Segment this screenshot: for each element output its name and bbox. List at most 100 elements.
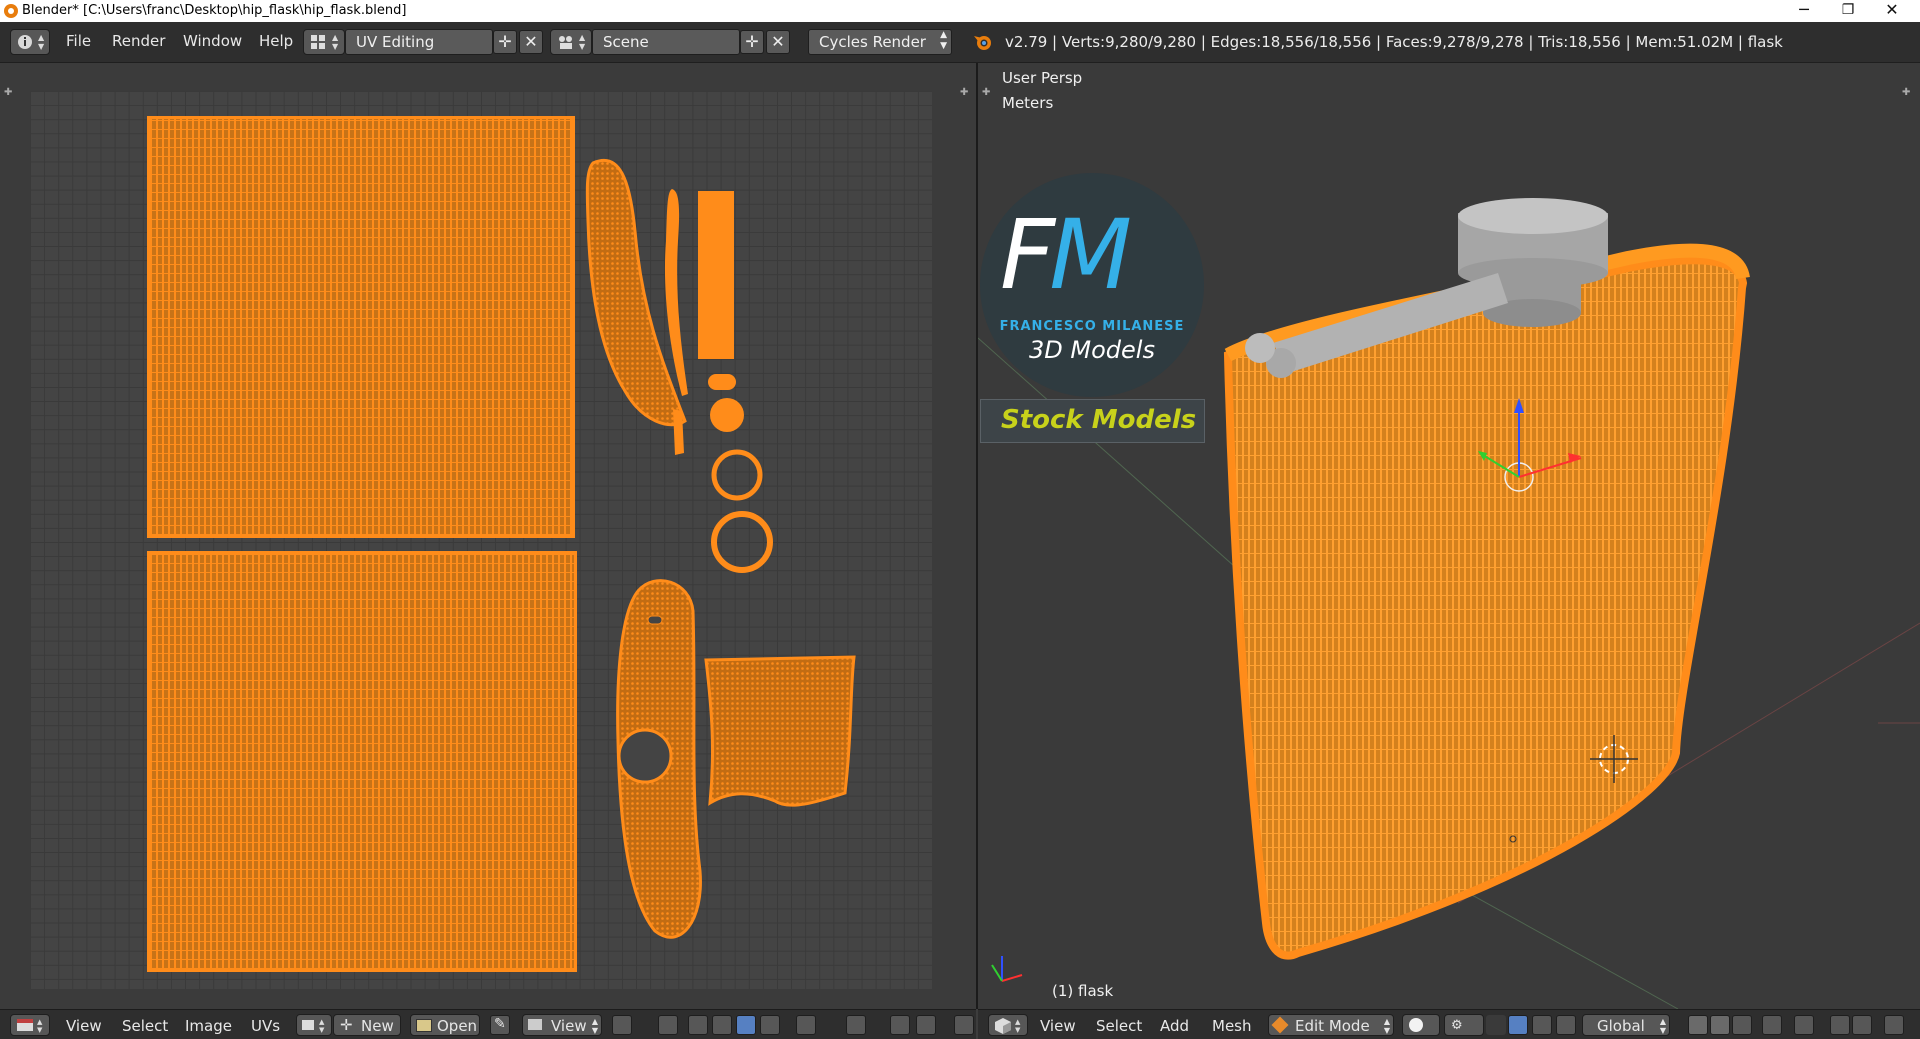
scene-icon: ▲▼ xyxy=(559,33,586,51)
sticky-select-icon[interactable] xyxy=(796,1015,816,1035)
snap-icon[interactable] xyxy=(890,1015,910,1035)
add-scene-icon[interactable]: ✛ xyxy=(740,30,764,54)
view3d-menu-mesh[interactable]: Mesh xyxy=(1212,1017,1252,1035)
svg-text:▲: ▲ xyxy=(319,1018,325,1026)
mode-view-dropdown[interactable]: View ▲ ▼ xyxy=(522,1014,602,1036)
add-screen-icon[interactable]: ✛ xyxy=(493,30,517,54)
open-image-button[interactable]: Open xyxy=(410,1014,480,1036)
svg-text:▼: ▼ xyxy=(579,42,586,51)
face-select-icon[interactable] xyxy=(736,1015,756,1035)
new-image-button[interactable]: ✛ New xyxy=(333,1014,401,1036)
snap-element-icon[interactable] xyxy=(916,1015,936,1035)
folder-icon xyxy=(416,1019,432,1032)
blender-stats-icon xyxy=(974,36,991,50)
open-image-label: Open xyxy=(437,1017,478,1035)
region-toggle-left-icon[interactable]: ✚ xyxy=(4,87,12,98)
opengl-render-icon[interactable] xyxy=(1884,1015,1904,1035)
layer-button-2-icon[interactable] xyxy=(1710,1015,1730,1035)
layer-button-1-icon[interactable] xyxy=(1688,1015,1708,1035)
logo-monogram: FM xyxy=(1000,199,1132,311)
editor-type-3d-button[interactable]: ▲ ▼ xyxy=(988,1014,1028,1036)
svg-text:▲: ▲ xyxy=(37,1018,43,1026)
watermark-logo: FM FRANCESCO MILANESE 3D Models xyxy=(980,173,1204,397)
pin-icon[interactable]: ✎ xyxy=(490,1015,510,1035)
dropdown-arrows-icon: ▲ ▼ xyxy=(940,30,947,51)
view3d-menu-view[interactable]: View xyxy=(1040,1017,1076,1035)
scene-selector[interactable]: ▲ ▼ xyxy=(550,29,592,55)
screen-layout-selector[interactable]: ▲ ▼ xyxy=(303,29,345,55)
image-editor-icon: ▲▼ xyxy=(17,1018,43,1034)
scene-statistics: v2.79 | Verts:9,280/9,280 | Edges:18,556… xyxy=(1005,33,1783,51)
translate-manipulator-icon[interactable] xyxy=(1508,1015,1528,1035)
pivot-point-button[interactable]: ⚙ xyxy=(1444,1014,1484,1036)
remove-screen-icon[interactable]: ✕ xyxy=(519,30,543,54)
edit-mode-icon xyxy=(1271,1016,1289,1034)
uv-image-editor[interactable]: ✚ ✚ xyxy=(0,63,976,1009)
uv-menu-view[interactable]: View xyxy=(66,1017,102,1035)
uv-menu-image[interactable]: Image xyxy=(185,1017,232,1035)
interaction-mode-dropdown[interactable]: Edit Mode ▲ ▼ xyxy=(1268,1014,1394,1036)
snapping-icon[interactable] xyxy=(1830,1015,1850,1035)
window-title: Blender* [C:\Users\franc\Desktop\hip_fla… xyxy=(22,3,407,18)
remove-scene-icon[interactable]: ✕ xyxy=(766,30,790,54)
svg-text:▼: ▼ xyxy=(37,1026,43,1034)
editor-type-info-button[interactable]: ▲ ▼ xyxy=(10,29,50,55)
uv-islands-small xyxy=(585,158,856,939)
dropdown-arrows-icon: ▲ ▼ xyxy=(1383,1017,1390,1035)
image-browse-button[interactable]: ▲ ▼ xyxy=(296,1014,332,1036)
stock-models-banner: Stock Models xyxy=(980,399,1205,443)
logo-tagline: 3D Models xyxy=(1029,336,1155,364)
blender-logo-icon xyxy=(4,4,18,18)
scale-manipulator-icon[interactable] xyxy=(1556,1015,1576,1035)
logo-author-name: FRANCESCO MILANESE xyxy=(999,319,1185,334)
svg-text:▲: ▲ xyxy=(38,33,45,42)
proportional-edit-icon[interactable] xyxy=(846,1015,866,1035)
scene-name[interactable]: Scene xyxy=(592,29,740,55)
3d-viewport[interactable]: ✚ ✚ User Persp Meters FM FRANCESCO MILAN… xyxy=(978,63,1920,1009)
uv-editor-header: ▲ ▼ View Select Image UVs ▲ ▼ ✛ New Open ✎… xyxy=(0,1009,976,1039)
pivot-icon[interactable] xyxy=(612,1015,632,1035)
info-icon: ▲▼ xyxy=(18,33,45,51)
svg-text:▲: ▲ xyxy=(579,33,586,42)
close-button[interactable]: ✕ xyxy=(1870,0,1914,22)
plus-icon: ✛ xyxy=(340,1016,353,1034)
render-engine-dropdown[interactable]: Cycles Render ▲ ▼ xyxy=(808,29,952,55)
occlude-geometry-icon[interactable] xyxy=(1762,1015,1782,1035)
uv-menu-uvs[interactable]: UVs xyxy=(251,1017,280,1035)
menu-render[interactable]: Render xyxy=(112,32,165,50)
layer-button-3-icon[interactable] xyxy=(1732,1015,1752,1035)
uv-grid[interactable] xyxy=(30,91,932,989)
minimize-button[interactable]: ─ xyxy=(1782,0,1826,22)
image-browse-icon: ▲▼ xyxy=(302,1018,325,1034)
transform-orientation-label: Global xyxy=(1597,1017,1645,1035)
render-preview-icon[interactable] xyxy=(954,1015,974,1035)
restore-button[interactable]: ❐ xyxy=(1826,0,1870,22)
snap-target-icon[interactable] xyxy=(1852,1015,1872,1035)
region-toggle-right-icon[interactable]: ✚ xyxy=(960,87,968,98)
svg-text:▼: ▼ xyxy=(1015,1026,1021,1034)
menu-window[interactable]: Window xyxy=(183,32,242,50)
island-select-icon[interactable] xyxy=(760,1015,780,1035)
manipulator-toggle-icon[interactable] xyxy=(1486,1015,1506,1035)
uv-menu-select[interactable]: Select xyxy=(122,1017,168,1035)
new-image-label: New xyxy=(361,1017,394,1035)
svg-text:▲: ▲ xyxy=(1015,1018,1021,1026)
editor-type-uv-button[interactable]: ▲ ▼ xyxy=(10,1014,50,1036)
window-title-bar: Blender* [C:\Users\franc\Desktop\hip_fla… xyxy=(0,0,1920,22)
screen-layout-name[interactable]: UV Editing xyxy=(345,29,493,55)
proportional-editing-icon[interactable] xyxy=(1794,1015,1814,1035)
view3d-menu-add[interactable]: Add xyxy=(1160,1017,1189,1035)
viewport-shading-button[interactable] xyxy=(1402,1014,1440,1036)
view3d-menu-select[interactable]: Select xyxy=(1096,1017,1142,1035)
interaction-mode-label: Edit Mode xyxy=(1295,1017,1370,1035)
menu-file[interactable]: File xyxy=(66,32,91,50)
menu-help[interactable]: Help xyxy=(259,32,293,50)
rotate-manipulator-icon[interactable] xyxy=(1532,1015,1552,1035)
cube-icon: ▲▼ xyxy=(995,1018,1021,1034)
dropdown-arrows-icon: ▲ ▼ xyxy=(1659,1017,1666,1035)
edge-select-icon[interactable] xyxy=(712,1015,732,1035)
solid-shading-icon xyxy=(1409,1018,1423,1032)
vertex-select-icon[interactable] xyxy=(688,1015,708,1035)
transform-orientation-dropdown[interactable]: Global ▲ ▼ xyxy=(1582,1014,1670,1036)
uv-sync-select-icon[interactable] xyxy=(658,1015,678,1035)
